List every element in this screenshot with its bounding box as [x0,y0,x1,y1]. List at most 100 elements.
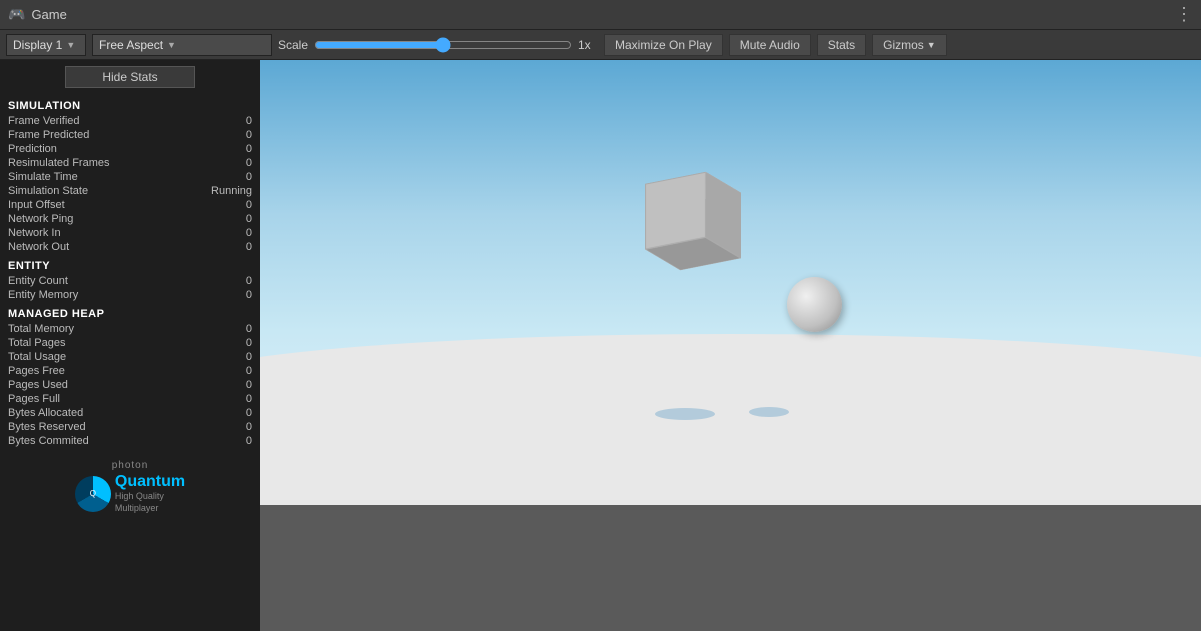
stat-name: Total Memory [8,323,74,335]
stat-row: Simulate Time 0 [0,170,260,184]
stat-name: Total Pages [8,337,65,349]
stat-name: Bytes Commited [8,435,89,447]
stat-value: 0 [202,129,252,141]
stats-button[interactable]: Stats [817,34,866,56]
stat-name: Bytes Reserved [8,421,86,433]
stat-value: 0 [202,289,252,301]
stats-sections: SIMULATIONFrame Verified0Frame Predicted… [0,94,260,448]
stat-row: Input Offset 0 [0,198,260,212]
stat-row: Prediction 0 [0,142,260,156]
water-reflection-2 [749,407,789,417]
stat-row: Pages Used 0 [0,378,260,392]
stat-row: Total Memory 0 [0,322,260,336]
scale-slider[interactable] [314,37,572,53]
stat-row: Network In 0 [0,226,260,240]
display-dropdown[interactable]: Display 1 ▼ [6,34,86,56]
stat-value: 0 [202,171,252,183]
stat-name: Simulate Time [8,171,78,183]
stat-row: Bytes Commited 0 [0,434,260,448]
mute-button[interactable]: Mute Audio [729,34,811,56]
logo-area: photon Q Quantum High Quality Multiplaye… [0,448,260,518]
stat-value: 0 [202,199,252,211]
quantum-title: Quantum [115,473,185,491]
tab-label: Game [31,7,66,22]
maximize-button[interactable]: Maximize On Play [604,34,723,56]
quantum-logo-icon: Q [75,476,111,512]
stat-row: Pages Free 0 [0,364,260,378]
game-viewport [260,60,1201,631]
scale-value: 1x [578,38,598,52]
stat-name: Simulation State [8,185,88,197]
aspect-dropdown[interactable]: Free Aspect ▼ [92,34,272,56]
cube-object [658,186,728,256]
stat-value: 0 [202,365,252,377]
photon-label: photon [112,460,149,471]
stat-name: Prediction [8,143,57,155]
stat-value: 0 [202,323,252,335]
stat-row: Frame Verified0 [0,114,260,128]
stat-row: Total Pages 0 [0,336,260,350]
stat-value: 0 [202,143,252,155]
sphere-object [787,277,842,332]
stat-row: Network Out 0 [0,240,260,254]
quantum-sub1: High Quality [115,491,185,503]
stat-value: 0 [202,227,252,239]
stat-name: Network In [8,227,61,239]
game-icon: 🎮 [8,6,25,23]
stat-value: 0 [202,407,252,419]
stat-row: Pages Full 0 [0,392,260,406]
stat-value: 0 [202,379,252,391]
main-area: Hide Stats SIMULATIONFrame Verified0Fram… [0,60,1201,631]
gizmos-arrow-icon: ▼ [927,40,936,50]
stat-value: 0 [202,157,252,169]
stat-value: 0 [202,337,252,349]
display-dropdown-arrow: ▼ [66,40,75,50]
toolbar: Display 1 ▼ Free Aspect ▼ Scale 1x Maxim… [0,30,1201,60]
stat-row: Simulation State Running [0,184,260,198]
stat-value: 0 [202,421,252,433]
stat-row: Entity Count 0 [0,274,260,288]
stat-name: Frame Predicted [8,129,89,141]
stat-value: 0 [202,241,252,253]
stat-name: Network Out [8,241,69,253]
section-header-simulation: SIMULATION [0,94,260,114]
gizmos-button[interactable]: Gizmos ▼ [872,34,947,56]
stat-name: Pages Used [8,379,68,391]
stat-value: 0 [202,275,252,287]
stat-name: Input Offset [8,199,65,211]
stat-name: Entity Memory [8,289,78,301]
stat-row: Entity Memory 0 [0,288,260,302]
hide-stats-button[interactable]: Hide Stats [65,66,195,88]
section-header-entity: ENTITY [0,254,260,274]
stat-value: Running [202,185,252,197]
more-button[interactable]: ⋮ [1175,4,1193,25]
stat-value: 0 [202,393,252,405]
quantum-sub2: Multiplayer [115,503,185,515]
stat-name: Total Usage [8,351,66,363]
stat-row: Bytes Reserved 0 [0,420,260,434]
water-reflection-1 [655,408,715,420]
scale-label: Scale [278,38,308,52]
quantum-text-block: Quantum High Quality Multiplayer [115,473,185,514]
stats-panel: Hide Stats SIMULATIONFrame Verified0Fram… [0,60,260,631]
quantum-logo: Q Quantum High Quality Multiplayer [75,473,185,514]
stat-row: Frame Predicted 0 [0,128,260,142]
stat-value: 0 [202,435,252,447]
stat-value: 0 [202,213,252,225]
stat-row: Network Ping 0 [0,212,260,226]
stat-name: Frame Verified [8,115,80,127]
terrain [260,334,1201,505]
cube-mesh [663,182,724,260]
stat-name: Pages Free [8,365,65,377]
scale-section: Scale 1x [278,37,598,53]
aspect-dropdown-arrow: ▼ [167,40,176,50]
stat-name: Bytes Allocated [8,407,83,419]
stat-name: Network Ping [8,213,73,225]
title-bar: 🎮 Game ⋮ [0,0,1201,30]
stat-name: Pages Full [8,393,60,405]
stat-name: Resimulated Frames [8,157,109,169]
stat-row: Resimulated Frames 0 [0,156,260,170]
cube-face-front [645,171,706,249]
stat-name: Entity Count [8,275,68,287]
stat-value: 0 [202,351,252,363]
